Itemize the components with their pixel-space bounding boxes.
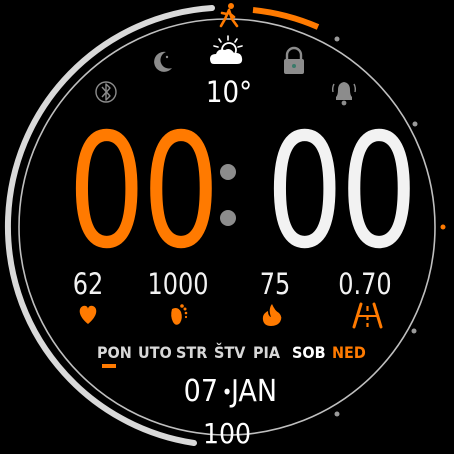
date-month: JAN [231, 374, 278, 409]
tick-dot [411, 328, 417, 334]
bluetooth-icon [95, 81, 117, 103]
time-hours: 00 [67, 100, 220, 284]
heart-rate-value[interactable]: 62 [47, 266, 130, 302]
steps-value[interactable]: 1000 [137, 266, 220, 302]
active-day-indicator [102, 364, 116, 368]
weekday-uto: UTO [138, 343, 172, 362]
tick-dot [334, 411, 340, 417]
weekday-ned: NED [332, 343, 366, 362]
time-minutes: 00 [265, 100, 418, 284]
footprint-icon [171, 304, 188, 325]
weekday-sob: SOB [292, 343, 326, 362]
tick-dot [334, 36, 340, 42]
weekday-str: STR [176, 343, 208, 362]
weekday-pon: PON [97, 343, 132, 362]
battery-value[interactable]: 100 [186, 418, 268, 450]
activity-progress-arc [252, 7, 320, 30]
lock-icon [284, 46, 304, 74]
tick-dot-accent [440, 224, 446, 230]
time-colon-dot-bottom [220, 210, 236, 226]
weekday-stv: ŠTV [214, 343, 246, 362]
calories-value[interactable]: 75 [234, 266, 317, 302]
partly-cloudy-icon [210, 35, 243, 64]
distance-value[interactable]: 0.70 [324, 266, 407, 302]
heart-icon [79, 305, 97, 324]
walking-person-icon [219, 3, 239, 28]
road-icon [352, 302, 383, 329]
weekday-pia: PIA [253, 343, 281, 362]
time-colon-dot-top [220, 164, 236, 180]
moon-icon [154, 51, 172, 72]
flame-icon [262, 304, 282, 326]
